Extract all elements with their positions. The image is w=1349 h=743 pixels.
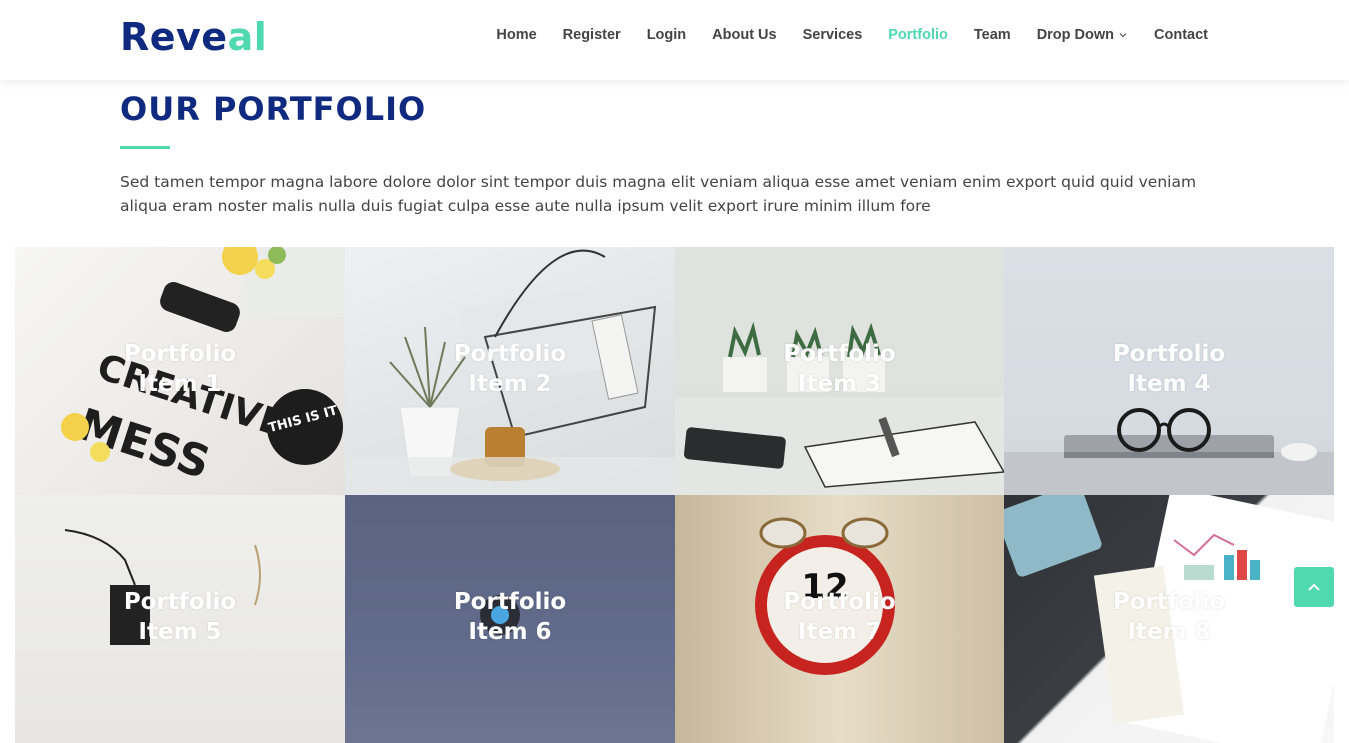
caption-line1: Portfolio (783, 341, 896, 367)
portfolio-item-1[interactable]: CREATIVE MESS THIS IS IT Portfolio Item … (15, 247, 345, 495)
nav-team[interactable]: Team (961, 27, 1024, 43)
portfolio-item-5[interactable]: Portfolio Item 5 (15, 495, 345, 743)
portfolio-grid: CREATIVE MESS THIS IS IT Portfolio Item … (15, 247, 1334, 743)
section-title: OUR PORTFOLIO (120, 90, 427, 128)
caption-line1: Portfolio (1112, 341, 1226, 367)
nav-drop-down[interactable]: Drop Down (1024, 27, 1141, 43)
caption-line2: Item 1 (138, 371, 222, 397)
portfolio-item-5-caption: Portfolio Item 5 (15, 587, 345, 647)
nav-drop-down-label: Drop Down (1036, 27, 1115, 43)
caption-line1: Portfolio (123, 589, 237, 615)
portfolio-item-1-caption: Portfolio Item 1 (15, 339, 345, 399)
portfolio-item-6-caption: Portfolio Item 6 (345, 587, 675, 647)
section-description: Sed tamen tempor magna labore dolore dol… (120, 173, 1197, 215)
nav-contact[interactable]: Contact (1141, 27, 1221, 43)
site-header: Reveal Home Register Login About Us Serv… (0, 0, 1349, 80)
portfolio-item-3[interactable]: Portfolio Item 3 (675, 247, 1004, 495)
nav-services[interactable]: Services (790, 27, 876, 43)
portfolio-item-8[interactable]: Portfolio Item 8 (1004, 495, 1334, 743)
caption-line1: Portfolio (1112, 589, 1226, 615)
chevron-up-icon (1308, 583, 1320, 591)
portfolio-item-7[interactable]: 12 Portfolio Item 7 (675, 495, 1004, 743)
portfolio-item-3-caption: Portfolio Item 3 (675, 339, 1004, 399)
portfolio-item-4-caption: Portfolio Item 4 (1004, 339, 1334, 399)
caption-line1: Portfolio (453, 589, 567, 615)
portfolio-item-6[interactable]: Portfolio Item 6 (345, 495, 675, 743)
caption-line2: Item 4 (1127, 371, 1211, 397)
site-logo[interactable]: Reveal (120, 15, 267, 59)
portfolio-item-4[interactable]: Portfolio Item 4 (1004, 247, 1334, 495)
caption-line1: Portfolio (453, 341, 567, 367)
logo-text-primary: Reve (120, 15, 228, 59)
back-to-top-button[interactable] (1294, 567, 1334, 607)
portfolio-item-2[interactable]: Portfolio Item 2 (345, 247, 675, 495)
caption-line2: Item 2 (468, 371, 552, 397)
portfolio-item-7-caption: Portfolio Item 7 (675, 587, 1004, 647)
caption-line1: Portfolio (783, 589, 896, 615)
caption-line2: Item 3 (797, 371, 882, 397)
nav-login[interactable]: Login (634, 27, 699, 43)
caption-line1: Portfolio (123, 341, 237, 367)
chevron-down-icon (1119, 33, 1127, 38)
title-underline (120, 146, 170, 149)
portfolio-item-2-caption: Portfolio Item 2 (345, 339, 675, 399)
main-nav: Home Register Login About Us Services Po… (483, 27, 1221, 43)
nav-portfolio[interactable]: Portfolio (875, 27, 961, 43)
nav-register[interactable]: Register (550, 27, 634, 43)
nav-home[interactable]: Home (483, 27, 549, 43)
logo-text-accent: al (227, 15, 268, 59)
nav-about-us[interactable]: About Us (699, 27, 789, 43)
portfolio-item-8-caption: Portfolio Item 8 (1004, 587, 1334, 647)
